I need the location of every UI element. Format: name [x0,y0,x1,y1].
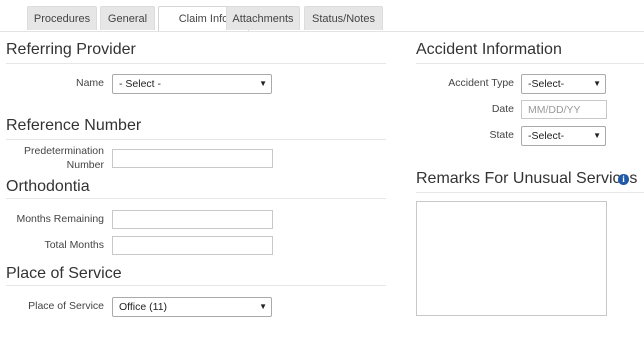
tab-status-notes[interactable]: Status/Notes [304,6,383,30]
chevron-down-icon: ▼ [593,131,601,140]
section-divider [6,63,386,64]
info-icon[interactable]: i [618,174,629,185]
months-remaining-label: Months Remaining [16,213,104,225]
referring-provider-select[interactable]: - Select - ▼ [112,74,272,94]
tab-attachments[interactable]: Attachments [226,6,300,30]
remarks-textarea[interactable] [416,201,607,316]
chevron-down-icon: ▼ [259,302,267,311]
accident-information-heading: Accident Information [416,41,562,58]
place-of-service-select[interactable]: Office (11) ▼ [112,297,272,317]
referring-provider-heading: Referring Provider [6,41,136,58]
referring-provider-select-value: - Select - [119,78,162,90]
reference-number-heading: Reference Number [6,117,142,134]
predetermination-number-input[interactable] [112,149,273,168]
state-label: State [489,129,514,141]
accident-type-label: Accident Type [448,77,514,89]
tab-general[interactable]: General [100,6,155,30]
state-select-value: -Select- [528,130,565,142]
total-months-label: Total Months [44,239,104,251]
accident-date-input[interactable]: MM/DD/YY [521,100,607,119]
accident-type-select[interactable]: -Select- ▼ [521,74,606,94]
chevron-down-icon: ▼ [259,79,267,88]
section-divider [6,139,386,140]
predetermination-label-line2: Number [66,159,104,171]
total-months-input[interactable] [112,236,273,255]
remarks-heading: Remarks For Unusual Services [416,170,638,187]
date-label: Date [491,103,514,115]
section-divider [416,192,644,193]
predetermination-number-label: Predetermination Number [10,144,104,172]
section-divider [6,285,386,286]
place-of-service-heading: Place of Service [6,265,122,282]
place-of-service-select-value: Office (11) [119,301,168,313]
section-divider [416,63,644,64]
chevron-down-icon: ▼ [593,79,601,88]
orthodontia-heading: Orthodontia [6,178,90,195]
accident-type-select-value: -Select- [528,78,565,90]
tab-procedures[interactable]: Procedures [27,6,97,30]
predetermination-label-line1: Predetermination [24,145,104,157]
tab-divider [0,31,644,32]
state-select[interactable]: -Select- ▼ [521,126,606,146]
section-divider [6,198,386,199]
name-label: Name [75,77,104,89]
months-remaining-input[interactable] [112,210,273,229]
place-of-service-label: Place of Service [28,300,104,312]
